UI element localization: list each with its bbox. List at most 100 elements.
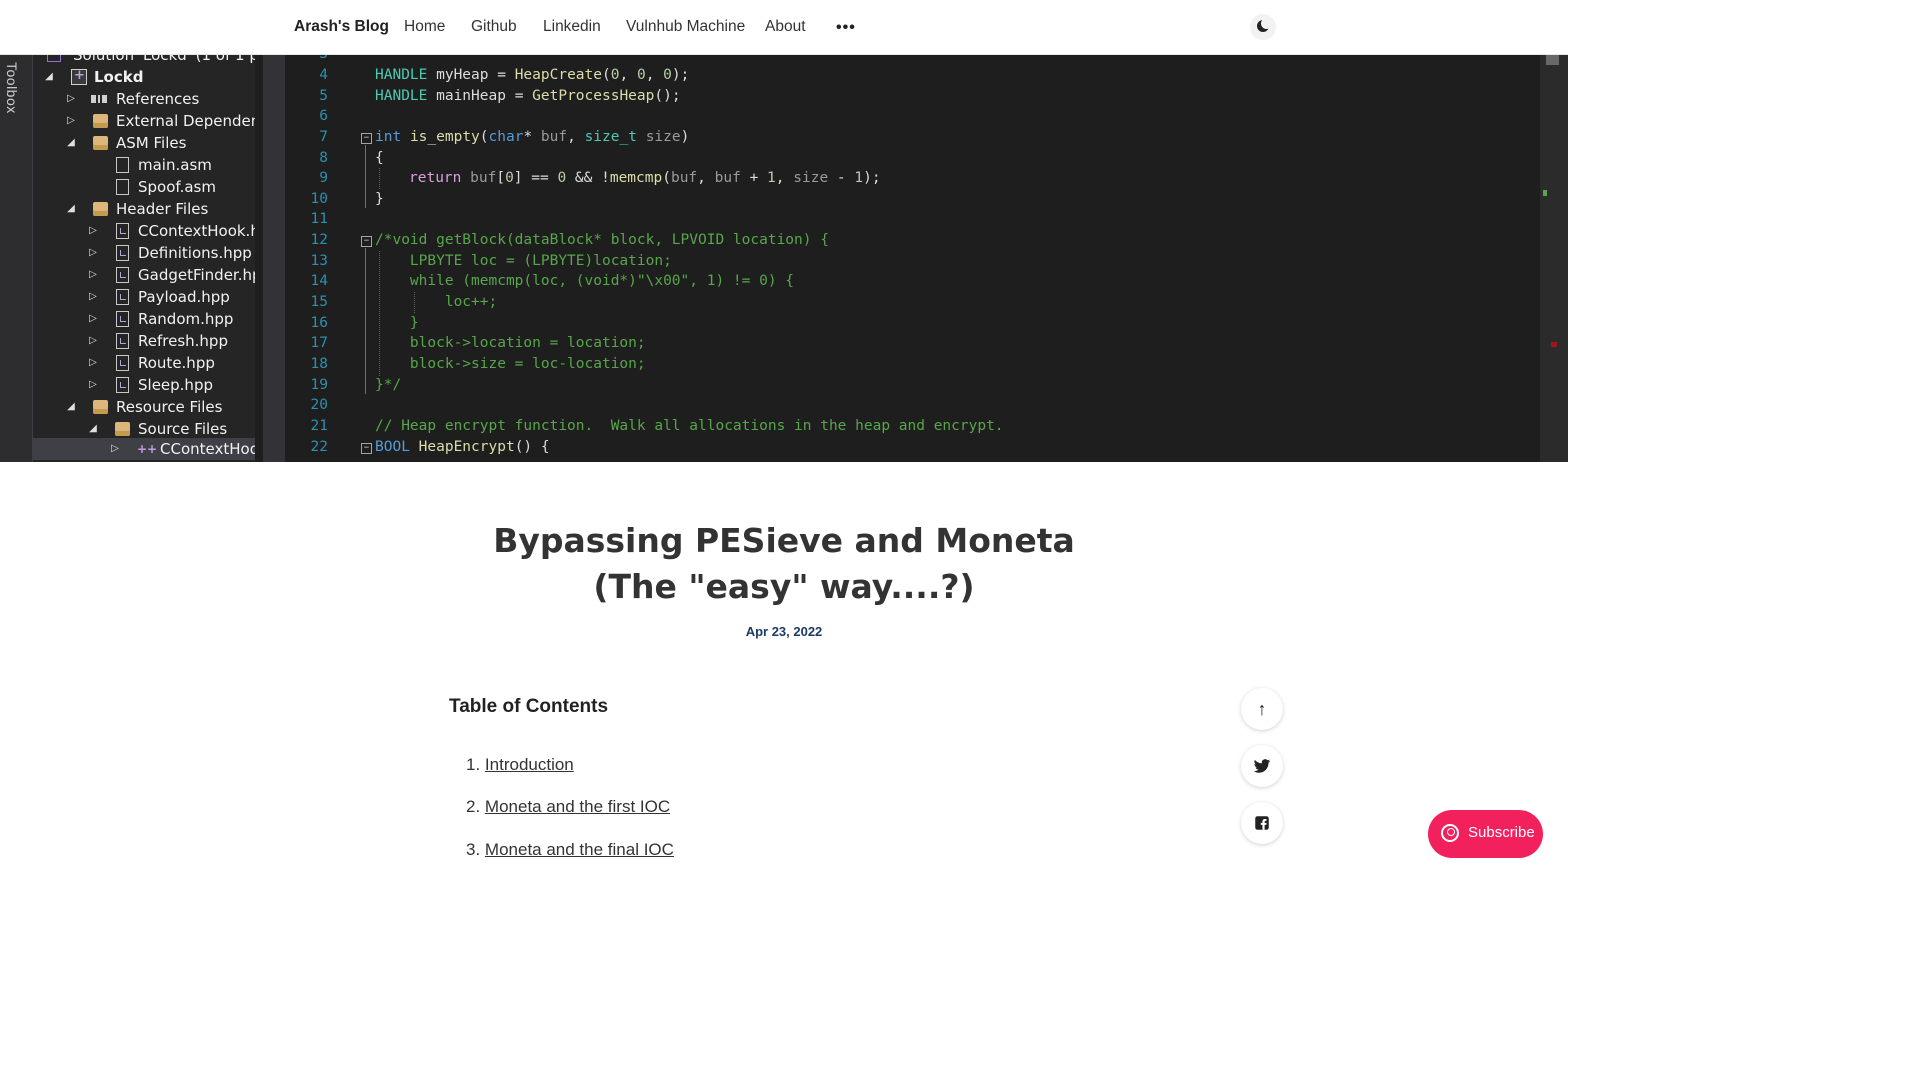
line-number: 12: [310, 232, 328, 248]
line-number: 13: [310, 253, 328, 269]
expand-arrow-icon: ▷: [67, 93, 75, 104]
line-number: 20: [310, 397, 328, 413]
expand-arrow-icon: ▷: [111, 443, 119, 454]
collapse-arrow-icon: ◢: [67, 401, 75, 412]
toolbox-label: Toolbox: [4, 62, 20, 114]
toc-item-number: 1.: [466, 755, 481, 774]
expand-arrow-icon: ▷: [89, 313, 97, 324]
line-number: 21: [310, 418, 328, 434]
nav-link-vulnhub-machine[interactable]: Vulnhub Machine: [626, 0, 745, 54]
editor-scrollbar: [1540, 0, 1568, 462]
facebook-icon: [1255, 816, 1269, 830]
collapse-arrow-icon: ◢: [67, 203, 75, 214]
line-number: 9: [319, 170, 328, 186]
header-file-icon: [116, 355, 129, 371]
code-line-16: }: [375, 315, 419, 331]
nav-link-linkedin[interactable]: Linkedin: [543, 0, 601, 54]
nav-link-about[interactable]: About: [765, 0, 806, 54]
fold-guide: [365, 248, 366, 394]
line-number: 17: [310, 335, 328, 351]
line-number: 19: [310, 377, 328, 393]
post-date: Apr 23, 2022: [745, 624, 823, 639]
header-file-icon: [116, 245, 129, 261]
code-line-13: LPBYTE loc = (LPBYTE)location;: [375, 253, 672, 269]
theme-toggle-button[interactable]: [1250, 14, 1276, 40]
code-line-8: {: [375, 150, 384, 166]
code-line-7: int is_empty(char* buf, size_t size): [375, 129, 690, 145]
toc-link-introduction[interactable]: Introduction: [485, 755, 574, 774]
folder-icon: [115, 422, 130, 436]
file-icon: [116, 179, 129, 195]
expand-arrow-icon: ▷: [89, 247, 97, 258]
hero-image: Toolbox Solution 'Lockd' (1 of 1 proje ◢…: [0, 0, 1568, 462]
expand-arrow-icon: ▷: [89, 291, 97, 302]
scrollbar-thumb: [1546, 55, 1559, 65]
toc-link-moneta-first-ioc[interactable]: Moneta and the first IOC: [485, 797, 670, 816]
post-title: Bypassing PESieve and Moneta (The "easy"…: [493, 521, 1075, 606]
moon-icon: [1257, 18, 1272, 32]
folder-icon: [93, 202, 108, 216]
line-number: 15: [310, 294, 328, 310]
toc-item: 1. Introduction: [466, 755, 574, 775]
subscribe-button[interactable]: Subscribe: [1428, 810, 1543, 858]
line-number: 8: [319, 150, 328, 166]
code-line-14: while (memcmp(loc, (void*)"\x00", 1) != …: [375, 273, 795, 289]
references-icon: [91, 95, 107, 103]
fold-toggle-icon: −: [361, 443, 372, 454]
header-file-icon: [116, 267, 129, 283]
folder-icon: [93, 136, 108, 150]
nav-link-home[interactable]: Home: [404, 0, 445, 54]
toc-item: 2. Moneta and the first IOC: [466, 797, 670, 817]
expand-arrow-icon: ▷: [89, 379, 97, 390]
tree-item-ccontexthook-cpp: ▷ CContextHook: [33, 438, 255, 460]
share-facebook-button[interactable]: [1241, 802, 1283, 844]
collapse-arrow-icon: ◢: [89, 423, 97, 434]
code-line-17: block->location = location;: [375, 335, 646, 351]
external-dependencies-icon: [93, 114, 108, 128]
panel-gap: [255, 0, 263, 462]
code-line-18: block->size = loc-location;: [375, 356, 646, 372]
toc-item-number: 2.: [466, 797, 481, 816]
site-brand-link[interactable]: Arash's Blog: [294, 0, 389, 54]
share-twitter-button[interactable]: [1241, 745, 1283, 787]
editor-margin: [263, 0, 285, 462]
line-number: 6: [319, 108, 328, 124]
line-number: 5: [319, 88, 328, 104]
header-file-icon: [116, 223, 129, 239]
subscribe-label: Subscribe: [1468, 824, 1535, 841]
project-icon: [71, 65, 87, 87]
toc-item: 3. Moneta and the final IOC: [466, 840, 674, 860]
code-line-22: BOOL HeapEncrypt() {: [375, 439, 550, 455]
header-file-icon: [116, 333, 129, 349]
fold-guide: [365, 145, 366, 208]
change-marker: [1543, 190, 1547, 196]
code-line-21: // Heap encrypt function. Walk all alloc…: [375, 418, 1004, 434]
line-number: 16: [310, 315, 328, 331]
collapse-arrow-icon: ◢: [67, 137, 75, 148]
toc-link-moneta-final-ioc[interactable]: Moneta and the final IOC: [485, 840, 674, 859]
solution-explorer: Solution 'Lockd' (1 of 1 proje ◢ Lockd ▷…: [33, 0, 255, 462]
code-line-15: loc++;: [375, 294, 498, 310]
line-number: 7: [319, 129, 328, 145]
more-menu-icon[interactable]: •••: [836, 19, 856, 37]
code-editor: 3 4 5 6 7 8 9 10 11 12 13 14 15 16 17 18…: [285, 0, 1540, 462]
nav-link-github[interactable]: Github: [471, 0, 517, 54]
line-number: 14: [310, 273, 328, 289]
line-number: 4: [319, 67, 328, 83]
fold-toggle-icon: −: [361, 236, 372, 247]
indent-guide: [379, 168, 380, 189]
file-icon: [116, 157, 129, 173]
top-navbar: Arash's Blog Home Github Linkedin Vulnhu…: [0, 0, 1568, 55]
scroll-to-top-button[interactable]: ↑: [1241, 688, 1283, 730]
expand-arrow-icon: ▷: [89, 225, 97, 236]
fold-toggle-icon: −: [361, 133, 372, 144]
collapse-arrow-icon: ◢: [45, 71, 53, 82]
line-number: 11: [310, 211, 328, 227]
line-number: 18: [310, 356, 328, 372]
expand-arrow-icon: ▷: [89, 269, 97, 280]
header-file-icon: [116, 311, 129, 327]
code-line-19: }*/: [375, 377, 402, 393]
code-line-5: HANDLE mainHeap = GetProcessHeap();: [375, 88, 681, 104]
header-file-icon: [116, 289, 129, 305]
expand-arrow-icon: ▷: [89, 357, 97, 368]
